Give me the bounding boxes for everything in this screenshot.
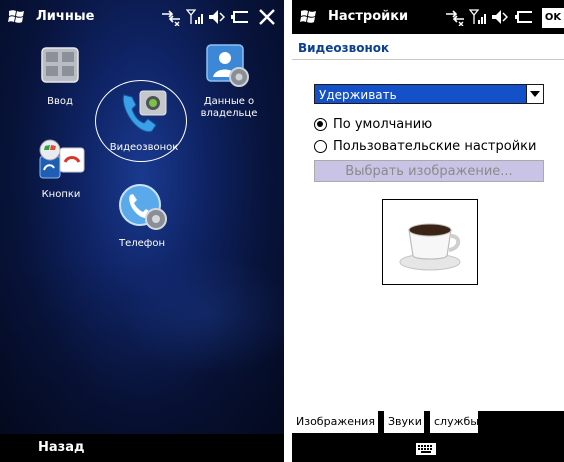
signal-icon[interactable] bbox=[186, 8, 204, 26]
right-softkey-bar bbox=[292, 433, 564, 462]
icon-label-owner-info[interactable]: Данные о владельце bbox=[196, 96, 262, 120]
radio-default[interactable] bbox=[314, 118, 327, 131]
owner-info-icon[interactable] bbox=[205, 43, 251, 89]
phone-settings-icon[interactable] bbox=[118, 183, 172, 233]
buttons-icon[interactable] bbox=[38, 138, 88, 182]
connectivity-icon[interactable] bbox=[160, 8, 182, 26]
close-icon[interactable] bbox=[257, 8, 277, 26]
radio-custom-row[interactable]: Пользовательские настройки bbox=[314, 139, 536, 154]
radio-custom-label[interactable]: Пользовательские настройки bbox=[333, 139, 536, 154]
settings-screen: Настройки OK Видеозвонок Удерживать По у… bbox=[292, 0, 564, 462]
page-title: Видеозвонок bbox=[292, 36, 564, 60]
tab-images[interactable]: Изображения bbox=[292, 411, 378, 433]
tab-sounds[interactable]: Звуки bbox=[384, 411, 424, 433]
tab-services[interactable]: службы bbox=[430, 411, 479, 433]
icon-label-video-call[interactable]: Видеозвонок bbox=[108, 142, 180, 154]
coffee-cup-image bbox=[399, 223, 461, 271]
home-screen: Личные Ввод Данные о владельце Видеозвон… bbox=[0, 0, 284, 462]
hold-mode-dropdown[interactable]: Удерживать bbox=[314, 84, 544, 104]
icon-label-phone[interactable]: Телефон bbox=[110, 238, 174, 250]
windows-start-icon[interactable] bbox=[300, 9, 318, 24]
battery-icon[interactable] bbox=[230, 8, 250, 26]
windows-start-icon[interactable] bbox=[8, 9, 26, 24]
dropdown-value: Удерживать bbox=[319, 88, 397, 102]
speaker-icon[interactable] bbox=[490, 8, 508, 26]
hold-image-preview bbox=[382, 199, 478, 285]
tab-bar: Изображения Звуки службы bbox=[292, 411, 564, 433]
chevron-down-icon[interactable] bbox=[526, 85, 543, 103]
wallpaper-light bbox=[120, 255, 284, 375]
speaker-icon[interactable] bbox=[207, 8, 225, 26]
radio-custom[interactable] bbox=[314, 140, 327, 153]
radio-default-row[interactable]: По умолчанию bbox=[314, 117, 432, 132]
left-top-bar: Личные bbox=[0, 0, 284, 34]
right-top-bar: Настройки OK bbox=[292, 0, 564, 34]
icon-label-buttons[interactable]: Кнопки bbox=[34, 189, 88, 201]
left-softkey-bar: Назад bbox=[0, 434, 284, 462]
connectivity-icon[interactable] bbox=[444, 8, 466, 26]
choose-image-button[interactable]: Выбрать изображение... bbox=[314, 160, 544, 182]
ok-button[interactable]: OK bbox=[542, 8, 564, 28]
icon-label-input[interactable]: Ввод bbox=[34, 96, 86, 108]
back-softkey[interactable]: Назад bbox=[38, 440, 84, 455]
signal-icon[interactable] bbox=[469, 8, 487, 26]
battery-icon[interactable] bbox=[514, 8, 534, 26]
radio-default-label[interactable]: По умолчанию bbox=[333, 117, 432, 132]
keyboard-icon[interactable] bbox=[416, 443, 436, 455]
video-call-icon[interactable] bbox=[118, 85, 172, 137]
right-title: Настройки bbox=[328, 9, 409, 24]
left-title: Личные bbox=[36, 9, 95, 24]
input-icon[interactable] bbox=[40, 45, 80, 85]
